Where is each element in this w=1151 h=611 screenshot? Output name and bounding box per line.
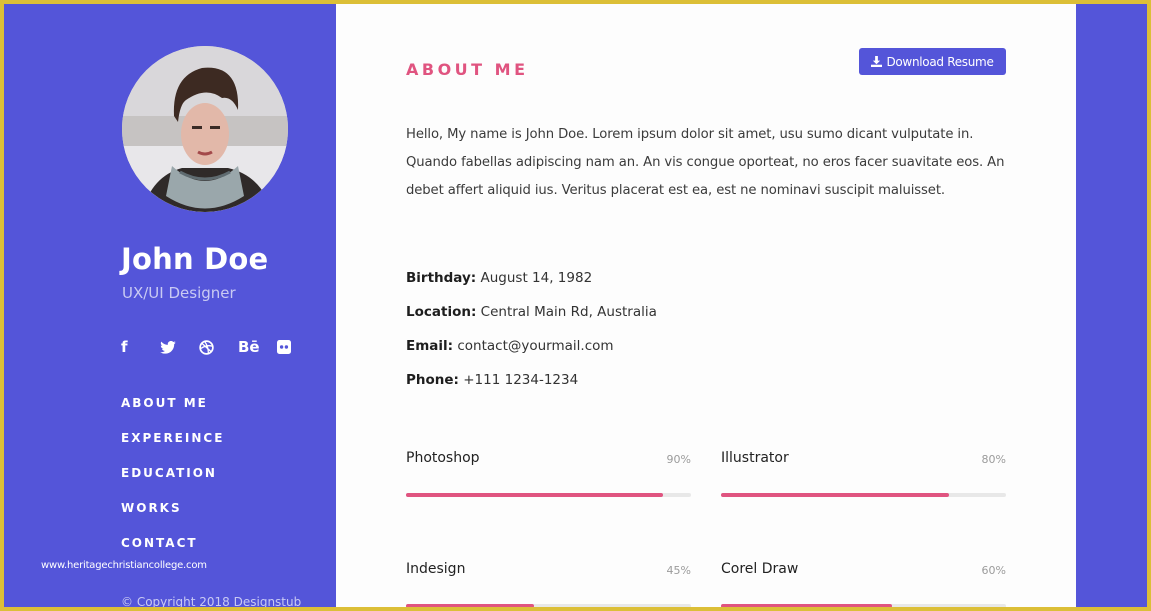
- skill-name: Indesign: [406, 561, 466, 577]
- nav-item-education[interactable]: EDUCATION: [121, 466, 224, 501]
- skill-fill: [721, 493, 949, 497]
- download-resume-button[interactable]: Download Resume: [859, 48, 1006, 75]
- info-value: contact@yourmail.com: [457, 338, 614, 354]
- skill-track: [406, 493, 691, 497]
- info-phone: Phone: +111 1234-1234: [406, 372, 657, 406]
- skill-name: Illustrator: [721, 450, 789, 466]
- info-birthday: Birthday: August 14, 1982: [406, 270, 657, 304]
- twitter-icon[interactable]: [160, 338, 199, 356]
- bio-text: Hello, My name is John Doe. Lorem ipsum …: [406, 127, 1005, 198]
- info-value: +111 1234-1234: [463, 372, 579, 388]
- profile-role: UX/UI Designer: [122, 284, 236, 302]
- skill-percent: 45%: [666, 564, 691, 577]
- avatar: [122, 46, 288, 212]
- info-label: Location:: [406, 304, 477, 320]
- skill-fill: [721, 604, 892, 607]
- skill-name: Corel Draw: [721, 561, 799, 577]
- skill-percent: 90%: [666, 453, 691, 466]
- info-label: Email:: [406, 338, 454, 354]
- info-label: Phone:: [406, 372, 459, 388]
- info-email: Email: contact@yourmail.com: [406, 338, 657, 372]
- download-resume-label: Download Resume: [886, 54, 994, 69]
- avatar-photo: [122, 46, 288, 212]
- right-background-strip: [1076, 4, 1147, 607]
- skill-percent: 80%: [981, 453, 1006, 466]
- skill-fill: [406, 604, 535, 607]
- nav-item-about-me[interactable]: ABOUT ME: [121, 396, 224, 431]
- dribbble-glyph: [199, 339, 214, 355]
- main-content: ABOUT ME Download Resume Hello, My name …: [336, 4, 1076, 607]
- download-icon: [871, 56, 883, 67]
- flickr-glyph: [277, 340, 291, 354]
- skill-track: [406, 604, 691, 607]
- skill-track: [721, 604, 1006, 607]
- nav-item-works[interactable]: WORKS: [121, 501, 224, 536]
- facebook-icon[interactable]: f: [121, 338, 160, 356]
- facebook-glyph: f: [121, 338, 128, 356]
- copyright-text: © Copyright 2018 Designstub: [121, 595, 302, 607]
- info-value: August 14, 1982: [480, 270, 593, 286]
- social-links: f Bē: [121, 338, 316, 356]
- skill-track: [721, 493, 1006, 497]
- skill-percent: 60%: [981, 564, 1006, 577]
- dribbble-icon[interactable]: [199, 338, 238, 356]
- flickr-icon[interactable]: [277, 338, 316, 356]
- page-frame: John Doe UX/UI Designer f Bē ABOUT ME EX…: [4, 4, 1147, 607]
- personal-info: Birthday: August 14, 1982 Location: Cent…: [406, 270, 657, 406]
- nav-item-experience[interactable]: EXPEREINCE: [121, 431, 224, 466]
- info-label: Birthday:: [406, 270, 477, 286]
- info-location: Location: Central Main Rd, Australia: [406, 304, 657, 338]
- sidebar-nav: ABOUT ME EXPEREINCE EDUCATION WORKS CONT…: [121, 396, 224, 571]
- sidebar: John Doe UX/UI Designer f Bē ABOUT ME EX…: [4, 4, 336, 607]
- behance-icon[interactable]: Bē: [238, 338, 277, 356]
- watermark-text: www.heritagechristiancollege.com: [41, 560, 207, 571]
- twitter-glyph: [160, 340, 176, 354]
- skill-fill: [406, 493, 663, 497]
- info-value: Central Main Rd, Australia: [480, 304, 657, 320]
- behance-glyph: Bē: [238, 338, 260, 356]
- section-title: ABOUT ME: [406, 60, 529, 79]
- skill-name: Photoshop: [406, 450, 480, 466]
- profile-name: John Doe: [121, 242, 269, 276]
